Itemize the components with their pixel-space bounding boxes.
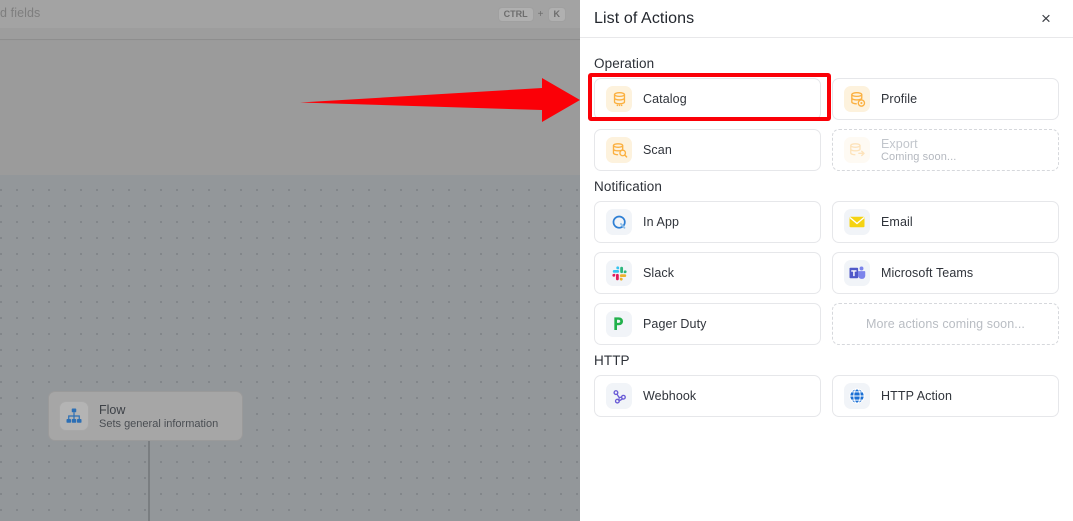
database-export-icon xyxy=(844,137,870,163)
flow-node-card[interactable]: Flow Sets general information xyxy=(48,391,243,441)
section-title-operation: Operation xyxy=(594,56,655,71)
slack-icon xyxy=(606,260,632,286)
workflow-canvas[interactable] xyxy=(0,175,580,521)
action-label: Microsoft Teams xyxy=(881,266,974,280)
panel-header: List of Actions × xyxy=(580,0,1073,38)
action-card-export: Export Coming soon... xyxy=(832,129,1059,171)
flow-node-subtitle: Sets general information xyxy=(99,417,219,430)
action-card-scan[interactable]: Scan xyxy=(594,129,821,171)
globe-icon xyxy=(844,383,870,409)
section-http: HTTP Webhook HTTP Action xyxy=(594,353,1059,417)
action-label: Catalog xyxy=(643,92,687,106)
action-card-microsoft-teams[interactable]: Microsoft Teams xyxy=(832,252,1059,294)
keyboard-shortcut-hint: CTRL + K xyxy=(497,6,566,22)
backdrop-topbar: d fields CTRL + K xyxy=(0,0,580,28)
close-icon[interactable]: × xyxy=(1035,8,1057,30)
kbd-k: K xyxy=(547,6,566,22)
http-grid: Webhook HTTP Action xyxy=(594,375,1059,417)
more-actions-placeholder: More actions coming soon... xyxy=(832,303,1059,345)
action-sublabel: Coming soon... xyxy=(881,151,957,163)
action-label: Profile xyxy=(881,92,918,106)
action-label: Webhook xyxy=(643,389,697,403)
action-card-http-action[interactable]: HTTP Action xyxy=(832,375,1059,417)
action-card-email[interactable]: Email xyxy=(832,201,1059,243)
page-title: List of Actions xyxy=(594,9,695,27)
microsoft-teams-icon xyxy=(844,260,870,286)
panel-body: Operation Catalog Profile Scan Export Co… xyxy=(580,38,1073,417)
action-label: Pager Duty xyxy=(643,317,707,331)
list-of-actions-panel: List of Actions × Operation Catalog Prof… xyxy=(580,0,1073,521)
webhook-icon xyxy=(606,383,632,409)
app-backdrop: d fields CTRL + K Flow Sets general info… xyxy=(0,0,580,521)
action-label: In App xyxy=(643,215,680,229)
flow-connector-line xyxy=(148,440,150,521)
action-label: Slack xyxy=(643,266,675,280)
action-card-slack[interactable]: Slack xyxy=(594,252,821,294)
backdrop-subtoolbar xyxy=(0,28,580,40)
section-notification: Notification In App Email Slack Microsof… xyxy=(594,179,1059,345)
kbd-ctrl: CTRL xyxy=(497,6,534,22)
section-operation: Operation Catalog Profile Scan Export Co… xyxy=(594,56,1059,171)
action-label: Export xyxy=(881,137,918,151)
database-profile-icon xyxy=(844,86,870,112)
action-label: Email xyxy=(881,215,913,229)
in-app-bell-icon xyxy=(606,209,632,235)
action-card-profile[interactable]: Profile xyxy=(832,78,1059,120)
envelope-icon xyxy=(844,209,870,235)
section-title-notification: Notification xyxy=(594,179,662,194)
kbd-plus: + xyxy=(537,8,544,20)
action-card-in-app[interactable]: In App xyxy=(594,201,821,243)
action-card-catalog[interactable]: Catalog xyxy=(594,78,821,120)
database-search-icon xyxy=(606,137,632,163)
operation-grid: Catalog Profile Scan Export Coming soon.… xyxy=(594,78,1059,171)
search-placeholder-text: d fields xyxy=(0,6,41,20)
flow-node-title: Flow xyxy=(99,402,126,417)
section-title-http: HTTP xyxy=(594,353,630,368)
action-card-pager-duty[interactable]: Pager Duty xyxy=(594,303,821,345)
org-chart-icon xyxy=(59,401,89,431)
action-card-webhook[interactable]: Webhook xyxy=(594,375,821,417)
notification-grid: In App Email Slack Microsoft Teams Pager… xyxy=(594,201,1059,345)
database-icon xyxy=(606,86,632,112)
pagerduty-icon xyxy=(606,311,632,337)
backdrop-canvas-upper xyxy=(0,41,580,175)
placeholder-label: More actions coming soon... xyxy=(865,317,1026,331)
action-label: HTTP Action xyxy=(881,389,953,403)
action-text: Export Coming soon... xyxy=(881,137,956,163)
flow-node-text: Flow Sets general information xyxy=(99,403,218,430)
action-label: Scan xyxy=(643,143,672,157)
